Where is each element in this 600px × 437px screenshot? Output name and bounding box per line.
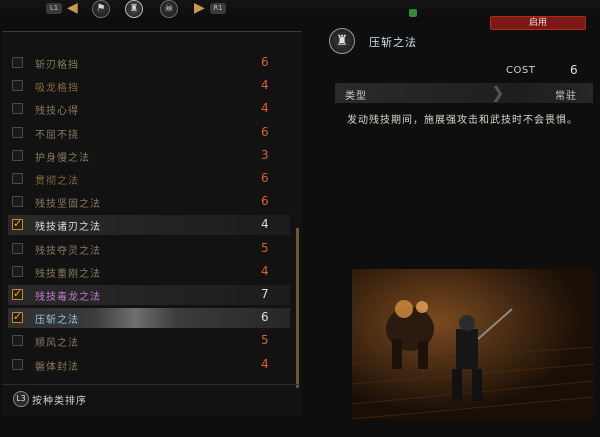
samurai-helmet-icon[interactable]: ♜ bbox=[125, 0, 143, 18]
skill-name: 吸龙格挡 bbox=[35, 83, 79, 95]
skill-checkbox[interactable] bbox=[12, 242, 23, 254]
skill-cost: 4 bbox=[261, 263, 269, 278]
skill-name: 磐体封法 bbox=[35, 361, 79, 373]
skill-row[interactable]: 残技心得 4 bbox=[8, 99, 290, 119]
skill-checkbox[interactable] bbox=[12, 287, 23, 300]
skill-row[interactable]: 残技坚固之法 6 bbox=[8, 192, 290, 212]
skill-cost: 4 bbox=[261, 78, 269, 93]
skill-name: 顺风之法 bbox=[35, 338, 79, 350]
skill-cost: 4 bbox=[261, 217, 269, 232]
skill-cost: 4 bbox=[261, 356, 269, 371]
skill-name: 残技夺灵之法 bbox=[35, 245, 101, 257]
chevron-right-icon: ❯ bbox=[491, 83, 505, 102]
nav-right-arrow-icon[interactable]: ▶ bbox=[194, 1, 205, 17]
skill-list-scrollbar[interactable] bbox=[296, 228, 299, 388]
skill-cost: 4 bbox=[261, 101, 269, 116]
skill-checkbox[interactable] bbox=[12, 103, 23, 115]
nav-left-arrow-icon[interactable]: ◀ bbox=[67, 1, 78, 17]
skill-checkbox[interactable] bbox=[12, 358, 23, 370]
skill-name: 护身慢之法 bbox=[35, 152, 90, 164]
skill-name: 压斩之法 bbox=[35, 315, 79, 327]
skill-name: 斩刃格挡 bbox=[35, 60, 79, 71]
skill-checkbox[interactable] bbox=[12, 57, 23, 68]
skill-row[interactable]: 磐体封法 4 bbox=[8, 355, 290, 375]
cost-value: 6 bbox=[570, 63, 578, 77]
skill-row[interactable]: 顺风之法 5 bbox=[8, 331, 290, 351]
cost-label: COST bbox=[506, 65, 536, 76]
skill-cost: 7 bbox=[261, 287, 269, 301]
skill-detail-panel: ♜ 压斩之法 COST 6 类型 ❯ 常驻 发动残技期间，施展强攻击和武技时不会… bbox=[323, 25, 600, 437]
skill-type-row: 类型 ❯ 常驻 bbox=[335, 83, 593, 103]
skill-preview-image bbox=[352, 269, 594, 419]
skill-checkbox[interactable] bbox=[12, 196, 23, 208]
skill-row[interactable]: 吸龙格挡 4 bbox=[8, 76, 290, 96]
flag-emblem-icon[interactable]: ⚑ bbox=[92, 0, 110, 18]
skill-row[interactable]: 残技诸刃之法 4 bbox=[8, 215, 290, 236]
skill-name: 残技心得 bbox=[35, 106, 79, 118]
skill-list-panel: 斩刃格挡6吸龙格挡4残技心得4不屈不挠6护身慢之法3贯彻之法6残技坚固之法6残技… bbox=[2, 31, 302, 416]
skill-cost: 6 bbox=[261, 171, 269, 185]
skill-cost: 5 bbox=[261, 240, 269, 255]
skill-name: 贯彻之法 bbox=[35, 176, 79, 187]
skill-cost: 6 bbox=[261, 194, 269, 209]
samurai-helmet-icon: ♜ bbox=[329, 28, 355, 54]
sort-bar: L3 按种类排序 bbox=[2, 384, 300, 414]
skill-cost: 5 bbox=[261, 333, 269, 348]
skill-cost: 6 bbox=[261, 124, 269, 139]
type-label: 类型 bbox=[345, 91, 367, 102]
skill-name: 残技重刚之法 bbox=[35, 268, 101, 280]
oni-mask-icon[interactable]: ☠ bbox=[160, 0, 178, 18]
skill-row[interactable]: 残技毒龙之法 7 bbox=[8, 285, 290, 305]
skill-checkbox[interactable] bbox=[12, 335, 23, 347]
skill-name: 残技坚固之法 bbox=[35, 199, 101, 211]
skill-checkbox[interactable] bbox=[12, 265, 23, 277]
skill-cost: 6 bbox=[261, 310, 269, 325]
skill-row[interactable]: 不屈不挠 6 bbox=[8, 123, 290, 143]
skill-description: 发动残技期间，施展强攻击和武技时不会畏惧。 bbox=[347, 115, 578, 126]
skill-row[interactable]: 残技重刚之法 4 bbox=[8, 262, 290, 282]
skill-row[interactable]: 残技夺灵之法 5 bbox=[8, 239, 290, 259]
skill-preview-illustration bbox=[352, 269, 594, 419]
skill-checkbox[interactable] bbox=[12, 80, 23, 92]
skill-title: 压斩之法 bbox=[369, 36, 417, 49]
skill-row[interactable]: 斩刃格挡 6 bbox=[8, 53, 290, 73]
skill-row[interactable]: 贯彻之法 6 bbox=[8, 169, 290, 189]
skill-cost: 3 bbox=[261, 147, 269, 162]
category-nav: L1 ◀ ⚑ ♜ ☠ ▶ R1 bbox=[40, 0, 240, 20]
r1-key-hint: R1 bbox=[210, 3, 226, 14]
skill-name: 残技诸刃之法 bbox=[35, 222, 101, 234]
skill-checkbox[interactable] bbox=[12, 217, 23, 231]
type-value: 常驻 bbox=[555, 91, 577, 102]
sort-by-type-label[interactable]: 按种类排序 bbox=[32, 392, 87, 407]
l3-button-icon[interactable]: L3 bbox=[13, 391, 29, 407]
skill-row[interactable]: 护身慢之法 3 bbox=[8, 146, 290, 166]
skill-name: 不屈不挠 bbox=[35, 129, 79, 141]
status-indicator-icon bbox=[409, 9, 417, 17]
skill-row[interactable]: 压斩之法 6 bbox=[8, 308, 290, 329]
skill-checkbox[interactable] bbox=[12, 149, 23, 161]
skill-cost: 6 bbox=[261, 55, 269, 69]
skill-checkbox[interactable] bbox=[12, 310, 23, 324]
skill-name: 残技毒龙之法 bbox=[35, 292, 101, 303]
skill-checkbox[interactable] bbox=[12, 173, 23, 184]
l1-key-hint: L1 bbox=[46, 3, 62, 14]
skill-checkbox[interactable] bbox=[12, 126, 23, 138]
